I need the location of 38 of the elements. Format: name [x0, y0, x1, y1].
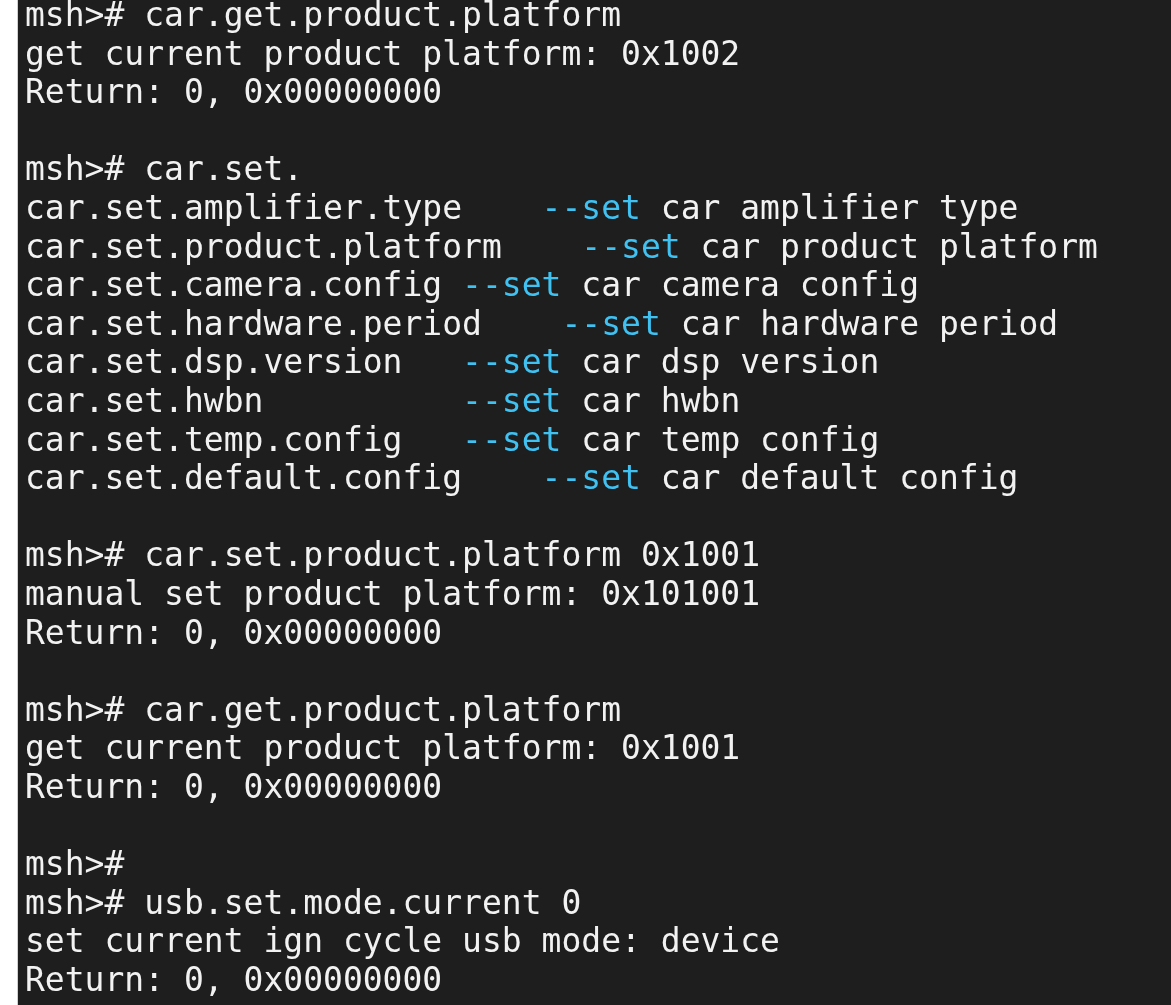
terminal-line: msh># car.set.product.platform 0x1001 [25, 535, 761, 575]
command-description: car product platform [700, 226, 1098, 266]
command-name: car.set.temp.config [25, 419, 404, 459]
terminal-line: get current product platform: 0x1002 [25, 33, 741, 73]
terminal-line: msh># car.set. [25, 149, 304, 189]
command-description: car hwbn [581, 380, 741, 420]
command-description: car amplifier type [660, 187, 1019, 227]
option-label: --set [581, 226, 681, 266]
command-name: car.set.camera.config [25, 265, 444, 305]
option-label: --set [541, 458, 641, 498]
terminal-line: manual set product platform: 0x101001 [25, 573, 761, 613]
command-name: car.set.hwbn [25, 380, 265, 420]
terminal-line: Return: 0, 0x00000000 [25, 959, 443, 999]
command-name: car.set.amplifier.type [25, 187, 464, 227]
option-label: --set [541, 187, 641, 227]
terminal-line: msh># [25, 844, 125, 884]
command-description: car temp config [581, 419, 880, 459]
command-description: car hardware period [680, 303, 1059, 343]
option-label: --set [462, 419, 562, 459]
terminal-line: Return: 0, 0x00000000 [25, 766, 443, 806]
terminal-line: msh># car.get.product.platform [25, 0, 622, 34]
terminal-line: Return: 0, 0x00000000 [25, 612, 443, 652]
command-description: car dsp version [581, 342, 880, 382]
option-label: --set [462, 265, 562, 305]
terminal-line: set current ign cycle usb mode: device [25, 921, 780, 961]
terminal-line: msh># usb.set.mode.current 0 [25, 882, 582, 922]
option-label: --set [462, 380, 562, 420]
command-description: car camera config [581, 265, 920, 305]
command-name: car.set.hardware.period [25, 303, 483, 343]
terminal-line: msh># car.get.product.platform [25, 689, 622, 729]
option-label: --set [561, 303, 661, 343]
command-name: car.set.product.platform [25, 226, 503, 266]
terminal-line: Return: 0, 0x00000000 [25, 72, 443, 112]
option-label: --set [462, 342, 562, 382]
command-description: car default config [660, 458, 1019, 498]
terminal-line: get current product platform: 0x1001 [25, 728, 741, 768]
command-name: car.set.default.config [25, 458, 464, 498]
command-name: car.set.dsp.version [25, 342, 404, 382]
